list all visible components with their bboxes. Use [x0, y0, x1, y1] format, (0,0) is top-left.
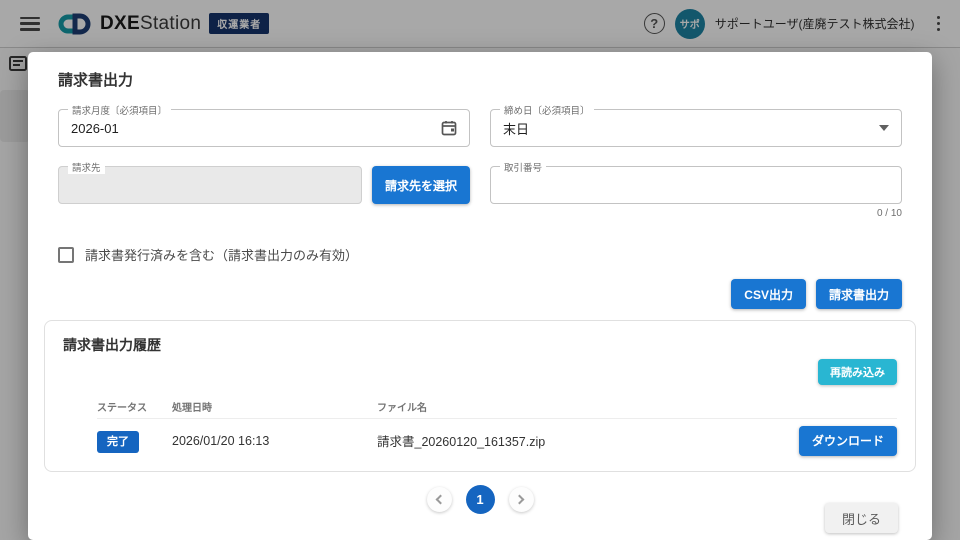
column-processed-at: 処理日時 [172, 399, 377, 414]
billing-month-field[interactable]: 請求月度〔必須項目〕 2026-01 [58, 109, 470, 147]
processed-at-cell: 2026/01/20 16:13 [172, 434, 377, 448]
history-title: 請求書出力履歴 [63, 335, 897, 355]
dialog-title: 請求書出力 [58, 69, 916, 90]
invoice-output-dialog: 請求書出力 請求月度〔必須項目〕 2026-01 締め日〔必須項目〕 末日 [28, 52, 932, 540]
download-button[interactable]: ダウンロード [799, 426, 897, 456]
history-card: 請求書出力履歴 再読み込み ステータス 処理日時 ファイル名 完了 2026/0… [44, 320, 916, 472]
status-badge: 完了 [97, 431, 139, 453]
column-file-name: ファイル名 [377, 399, 787, 414]
billing-month-label: 請求月度〔必須項目〕 [68, 103, 171, 117]
current-page-button[interactable]: 1 [466, 485, 495, 514]
closing-day-select[interactable]: 締め日〔必須項目〕 末日 [490, 109, 902, 147]
next-page-button[interactable] [509, 487, 534, 512]
close-button[interactable]: 閉じる [825, 503, 898, 533]
closing-day-label: 締め日〔必須項目〕 [500, 103, 594, 117]
prev-page-button[interactable] [427, 487, 452, 512]
transaction-number-input[interactable]: 取引番号 [490, 166, 902, 204]
billing-to-label: 請求先 [68, 160, 105, 174]
select-billing-to-button[interactable]: 請求先を選択 [372, 166, 470, 204]
csv-output-button[interactable]: CSV出力 [731, 279, 806, 309]
include-issued-checkbox[interactable] [58, 247, 74, 263]
screen: DXEStation 収運業者 ? サポ サポートユーザ(産廃テスト株式会社) … [0, 0, 960, 540]
char-counter: 0 / 10 [490, 208, 902, 219]
file-name-cell: 請求書_20260120_161357.zip [377, 431, 787, 450]
billing-month-value: 2026-01 [71, 121, 119, 136]
include-issued-label: 請求書発行済みを含む（請求書出力のみ有効） [85, 245, 358, 264]
pagination: 1 [44, 485, 916, 514]
reload-button[interactable]: 再読み込み [818, 359, 897, 385]
invoice-output-button[interactable]: 請求書出力 [816, 279, 902, 309]
chevron-right-icon [515, 495, 525, 505]
calendar-icon[interactable] [441, 120, 457, 136]
history-table: ステータス 処理日時 ファイル名 完了 2026/01/20 16:13 請求書… [97, 394, 897, 462]
column-status: ステータス [97, 399, 172, 414]
chevron-left-icon [436, 495, 446, 505]
billing-to-field: 請求先 [58, 166, 362, 204]
transaction-number-label: 取引番号 [500, 160, 546, 174]
table-header-row: ステータス 処理日時 ファイル名 [97, 394, 897, 418]
closing-day-value: 末日 [503, 119, 529, 138]
chevron-down-icon [879, 125, 889, 131]
table-row: 完了 2026/01/20 16:13 請求書_20260120_161357.… [97, 418, 897, 462]
